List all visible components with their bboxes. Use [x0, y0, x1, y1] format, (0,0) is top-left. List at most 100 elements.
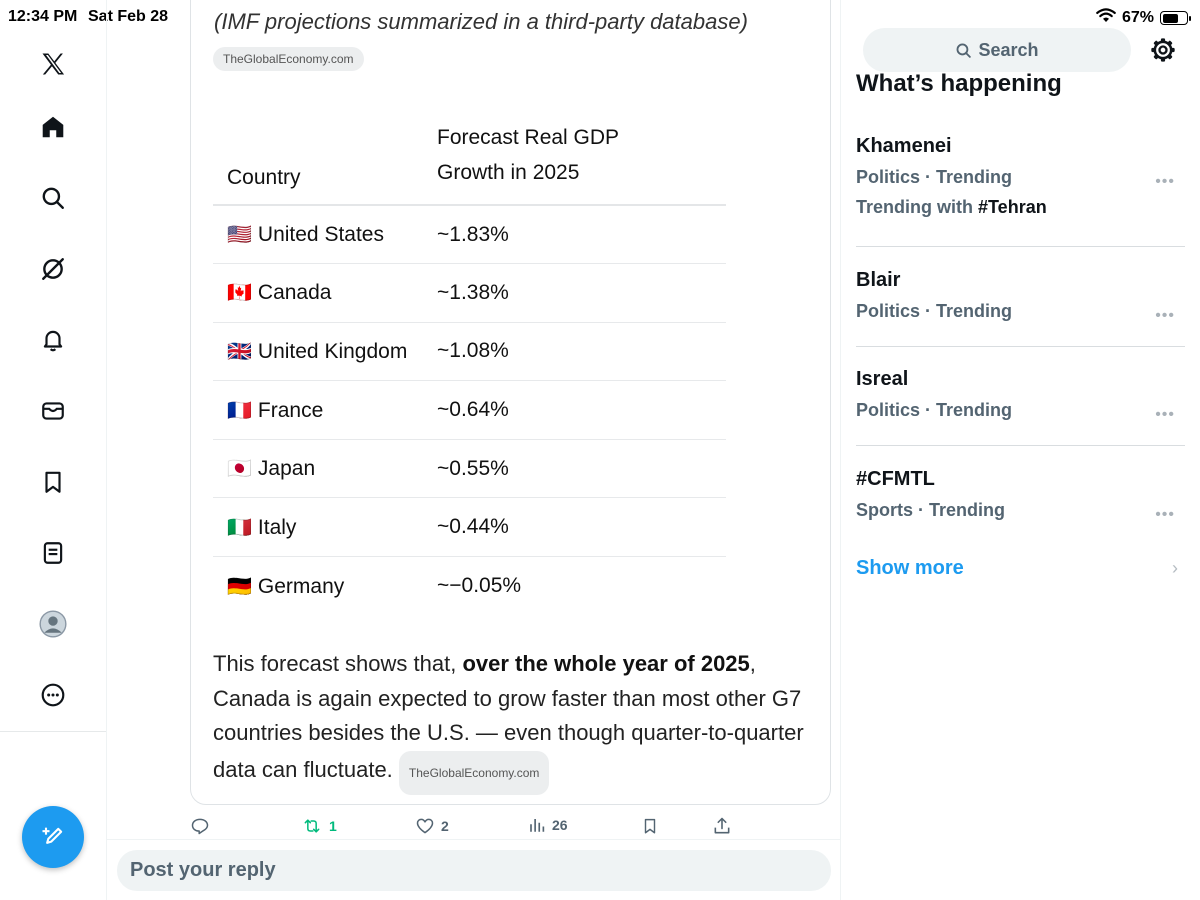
lists-icon[interactable]	[37, 537, 69, 569]
x-logo-icon[interactable]	[37, 48, 69, 80]
flag-ca-icon: 🇨🇦	[227, 282, 252, 305]
like-button[interactable]: 2	[415, 816, 449, 836]
like-count: 2	[441, 818, 449, 834]
home-icon[interactable]	[37, 111, 69, 143]
chevron-right-icon: ›	[1172, 558, 1178, 578]
trend-with-label: Trending with	[856, 197, 973, 217]
view-count: 26	[552, 817, 568, 833]
more-options-icon[interactable]: •••	[1155, 406, 1175, 424]
trend-with-tag[interactable]: #Tehran	[978, 197, 1047, 217]
trend-meta: Politics · Trending	[856, 167, 1013, 187]
views-button[interactable]: 26	[528, 816, 568, 834]
trend-meta: Politics · Trending	[856, 400, 1013, 420]
trend-with: Trending with #Tehran	[856, 197, 1185, 218]
avatar[interactable]	[37, 608, 69, 640]
share-button[interactable]	[712, 816, 732, 836]
country-cell: 🇺🇸 United States	[213, 205, 437, 265]
share-icon	[714, 817, 730, 834]
reply-icon	[191, 818, 209, 835]
trend-divider	[856, 445, 1185, 446]
compose-button[interactable]	[22, 806, 84, 868]
flag-fr-icon: 🇫🇷	[227, 399, 252, 422]
trend-meta: Politics · Trending	[856, 301, 1013, 321]
trend-title: Khamenei	[856, 135, 952, 157]
table-row: 🇬🇧 United Kingdom ~1.08%	[213, 322, 726, 382]
growth-cell: ~−0.05%	[437, 574, 522, 598]
views-icon	[530, 819, 545, 832]
trend-item[interactable]: Blair Politics · Trending •••	[856, 269, 1185, 329]
trend-item[interactable]: #CFMTL Sports · Trending •••	[856, 468, 1185, 528]
search-icon[interactable]	[37, 182, 69, 214]
post-media-card[interactable]: (IMF projections summarized in a third-p…	[190, 0, 831, 805]
growth-cell: ~0.55%	[437, 439, 726, 499]
right-sidebar: Search What’s happening Khamenei Politic…	[841, 0, 1200, 900]
growth-cell: ~0.64%	[437, 380, 726, 440]
header-growth: Forecast Real GDP Growth in 2025	[437, 119, 726, 206]
bookmark-icon	[644, 818, 656, 834]
main-column: (IMF projections summarized in a third-p…	[107, 0, 841, 900]
source-pill-inline[interactable]: TheGlobalEconomy.com	[398, 750, 550, 795]
search-icon	[957, 43, 972, 58]
country-cell: 🇯🇵 Japan	[213, 439, 437, 499]
country-cell: 🇬🇧 United Kingdom	[213, 322, 437, 382]
show-more-link[interactable]: Show more	[856, 557, 964, 580]
search-bar[interactable]: Search	[863, 28, 1131, 72]
retweet-button[interactable]: 1	[301, 816, 337, 836]
body-intro: This forecast shows that,	[213, 651, 463, 676]
trend-item[interactable]: Khamenei Politics · Trending Trending wi…	[856, 135, 1185, 235]
flag-it-icon: 🇮🇹	[227, 516, 252, 539]
table-row: 🇩🇪 Germany ~−0.05%	[213, 557, 726, 616]
country-cell: 🇨🇦 Canada	[213, 263, 437, 323]
bookmark-button[interactable]	[641, 816, 659, 836]
trend-divider	[856, 246, 1185, 247]
table-row: 🇨🇦 Canada ~1.38%	[213, 263, 726, 323]
table-row: 🇫🇷 France ~0.64%	[213, 380, 726, 440]
grok-icon[interactable]	[37, 253, 69, 285]
trend-title: Isreal	[856, 368, 909, 390]
country-cell: 🇩🇪 Germany	[213, 557, 437, 616]
whats-happening-heading: What’s happening	[856, 70, 1062, 97]
more-icon[interactable]	[37, 679, 69, 711]
flag-us-icon: 🇺🇸	[227, 224, 252, 247]
header-growth-line2: Growth in 2025	[437, 161, 580, 184]
table-row: 🇮🇹 Italy ~0.44%	[213, 497, 726, 558]
country-name: Germany	[257, 574, 345, 598]
trend-meta: Sports · Trending	[856, 500, 1006, 520]
bell-icon[interactable]	[37, 324, 69, 356]
country-cell: 🇫🇷 France	[213, 380, 437, 440]
retweet-icon	[304, 819, 320, 833]
actions-divider	[107, 839, 840, 840]
heart-icon	[416, 818, 434, 834]
more-options-icon[interactable]: •••	[1155, 173, 1175, 191]
settings-gear-icon[interactable]	[1149, 36, 1177, 64]
gdp-table: Country Forecast Real GDP Growth in 2025…	[213, 119, 726, 615]
country-name: United States	[257, 223, 384, 247]
table-row: 🇺🇸 United States ~1.83%	[213, 205, 726, 265]
trend-divider	[856, 346, 1185, 347]
source-pill[interactable]: TheGlobalEconomy.com	[213, 47, 364, 71]
country-name: Japan	[257, 457, 316, 481]
reply-input[interactable]: Post your reply	[117, 850, 831, 891]
flag-gb-icon: 🇬🇧	[227, 340, 252, 363]
country-name: France	[257, 398, 324, 422]
reply-button[interactable]	[190, 816, 210, 836]
table-caption: (IMF projections summarized in a third-p…	[214, 9, 748, 34]
country-name: Canada	[257, 281, 332, 305]
post-actions: 1 2 26	[190, 816, 750, 838]
trend-item[interactable]: Isreal Politics · Trending •••	[856, 368, 1185, 428]
bookmark-icon[interactable]	[37, 466, 69, 498]
country-name: United Kingdom	[257, 339, 408, 363]
left-nav	[0, 0, 107, 900]
more-options-icon[interactable]: •••	[1155, 506, 1175, 524]
trend-title: Blair	[856, 269, 901, 291]
compose-icon	[42, 827, 63, 844]
table-row: 🇯🇵 Japan ~0.55%	[213, 439, 726, 499]
header-growth-line1: Forecast Real GDP	[437, 126, 620, 149]
more-options-icon[interactable]: •••	[1155, 307, 1175, 325]
retweet-count: 1	[329, 818, 337, 834]
country-cell: 🇮🇹 Italy	[213, 497, 437, 558]
flag-jp-icon: 🇯🇵	[227, 458, 252, 481]
trend-title: #CFMTL	[856, 468, 935, 490]
flag-de-icon: 🇩🇪	[227, 575, 252, 598]
messages-icon[interactable]	[37, 395, 69, 427]
